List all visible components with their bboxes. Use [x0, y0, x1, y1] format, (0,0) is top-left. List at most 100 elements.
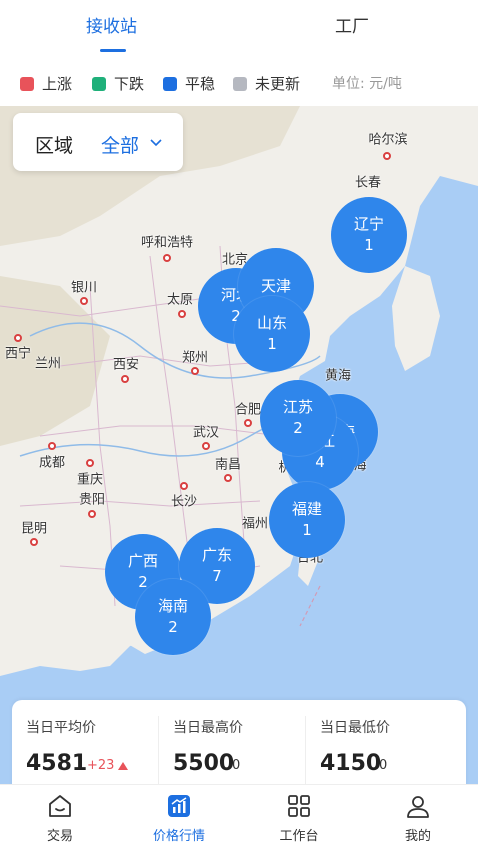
bubble-jiangsu[interactable]: 江苏 2: [260, 380, 336, 456]
legend-fall-label: 下跌: [114, 75, 145, 93]
bubble-count: 4: [315, 453, 325, 471]
city-dot: [202, 442, 210, 450]
city-dot: [30, 538, 38, 546]
rise-swatch: [20, 76, 34, 91]
map-background: [0, 106, 478, 796]
price-legend: 上涨 下跌 平稳 未更新 单位: 元/吨: [0, 60, 478, 106]
stat-average-label: 当日平均价: [26, 720, 96, 736]
legend-stable-label: 平稳: [185, 75, 216, 93]
city-label: 福州: [241, 516, 269, 532]
city-label: 西宁: [4, 346, 32, 362]
bubble-hainan[interactable]: 海南 2: [135, 579, 211, 655]
legend-stable: 平稳: [163, 73, 215, 94]
chevron-down-icon: [150, 139, 162, 147]
city-dot: [191, 367, 199, 375]
city-label: 银川: [70, 280, 98, 296]
city-label: 长春: [354, 175, 382, 191]
bubble-name: 广东: [201, 546, 232, 564]
bubble-count: 2: [293, 419, 303, 437]
bubble-name: 天津: [260, 277, 291, 295]
bubble-count: 7: [212, 567, 222, 585]
bottom-navigation: 交易 价格行情 工作台 我的: [0, 784, 478, 850]
legend-rise: 上涨: [20, 73, 72, 94]
nav-workbench[interactable]: 工作台: [259, 793, 339, 844]
city-label: 黄海: [324, 368, 352, 384]
chart-icon: [168, 795, 190, 817]
legend-not-updated-label: 未更新: [255, 75, 301, 93]
nav-trade-label: 交易: [46, 829, 73, 844]
city-label: 郑州: [181, 350, 209, 366]
stat-highest: 当日最高价 5500 0: [159, 700, 305, 796]
city-label: 哈尔滨: [368, 132, 408, 148]
bubble-name: 福建: [291, 500, 322, 518]
city-dot: [86, 459, 94, 467]
grid-icon: [288, 795, 310, 817]
bubble-fujian[interactable]: 福建 1: [269, 482, 345, 558]
city-label: 昆明: [20, 521, 48, 537]
bubble-name: 海南: [157, 597, 188, 615]
nav-price-market-label: 价格行情: [152, 829, 205, 844]
city-dot: [163, 254, 171, 262]
bubble-name: 山东: [256, 314, 287, 332]
price-stats-card: 当日平均价 4581 +23 当日最高价 5500 0 当日最低价 4150 0: [12, 700, 466, 796]
city-dot: [121, 375, 129, 383]
tab-factory[interactable]: 工厂: [335, 12, 369, 37]
nav-price-market[interactable]: 价格行情: [139, 793, 219, 844]
stat-lowest-value: 4150: [320, 751, 382, 776]
nav-mine-label: 我的: [404, 829, 431, 844]
unit-label: 单位: 元/吨: [332, 76, 402, 92]
city-dot: [48, 442, 56, 450]
top-tab-bar: 接收站 工厂: [0, 0, 478, 60]
bubble-name: 辽宁: [353, 215, 384, 233]
stat-lowest-delta: 0: [379, 758, 388, 773]
bubble-count: 1: [302, 521, 312, 539]
tab-receiving-station[interactable]: 接收站: [86, 12, 137, 37]
user-icon: [407, 796, 429, 818]
region-filter[interactable]: 区域 全部: [13, 113, 183, 171]
city-label: 重庆: [76, 472, 104, 488]
bubble-count: 1: [267, 335, 277, 353]
city-label: 武汉: [192, 425, 220, 441]
city-label: 西安: [112, 357, 140, 373]
nav-mine[interactable]: 我的: [378, 793, 458, 844]
city-dot: [88, 510, 96, 518]
home-icon: [49, 795, 71, 817]
region-filter-value[interactable]: 全部: [101, 131, 139, 158]
city-label: 成都: [38, 455, 66, 471]
city-label: 贵阳: [78, 492, 106, 508]
stat-highest-label: 当日最高价: [173, 720, 243, 736]
active-tab-indicator: [100, 49, 126, 52]
stat-average: 当日平均价 4581 +23: [12, 700, 158, 796]
stat-lowest-label: 当日最低价: [320, 720, 390, 736]
fall-swatch: [92, 76, 106, 91]
trend-up-icon: [118, 762, 128, 770]
city-label: 呼和浩特: [140, 235, 194, 251]
city-label: 太原: [166, 292, 194, 308]
bubble-count: 1: [364, 236, 374, 254]
bubble-name: 广西: [127, 552, 158, 570]
bubble-liaoning[interactable]: 辽宁 1: [331, 197, 407, 273]
city-dot: [180, 482, 188, 490]
city-dot: [383, 152, 391, 160]
region-filter-label: 区域: [35, 135, 74, 157]
city-label: 合肥: [234, 402, 262, 418]
stat-average-value: 4581: [26, 751, 88, 776]
nav-trade[interactable]: 交易: [20, 793, 100, 844]
stat-lowest: 当日最低价 4150 0: [306, 700, 452, 796]
city-dot: [14, 334, 22, 342]
not-updated-swatch: [233, 76, 247, 91]
china-map[interactable]: 哈尔滨 长春 呼和浩特 北京 银川 太原 兰州 西宁 西安 郑州 黄海 合肥 武…: [0, 106, 478, 796]
legend-rise-label: 上涨: [42, 75, 73, 93]
bubble-shandong[interactable]: 山东 1: [234, 296, 310, 372]
stable-swatch: [163, 76, 177, 91]
city-label: 长沙: [170, 494, 198, 510]
city-dot: [80, 297, 88, 305]
city-dot: [224, 474, 232, 482]
legend-fall: 下跌: [92, 73, 144, 94]
city-label: 兰州: [34, 356, 62, 372]
bubble-name: 江苏: [282, 398, 313, 416]
bubble-count: 2: [168, 618, 178, 636]
nav-workbench-label: 工作台: [279, 829, 319, 844]
city-dot: [244, 419, 252, 427]
city-label: 南昌: [214, 457, 242, 473]
